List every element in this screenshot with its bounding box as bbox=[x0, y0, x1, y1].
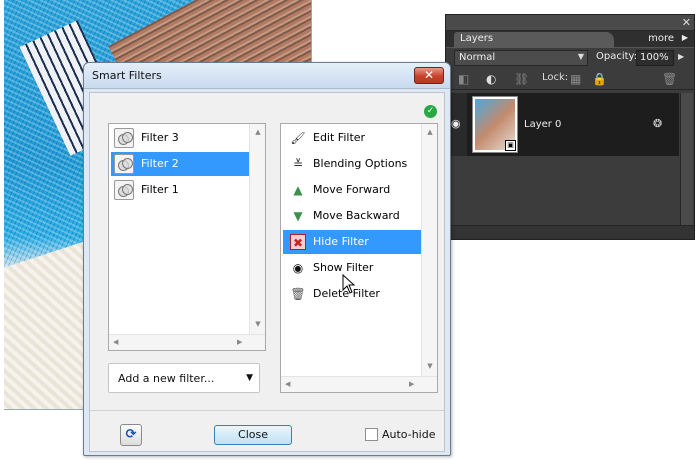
scroll-right-icon[interactable]: ▶ bbox=[409, 380, 414, 388]
filter-icon bbox=[114, 154, 134, 174]
layers-panel-topbar: ✕ bbox=[446, 15, 694, 31]
filter-label: Filter 3 bbox=[141, 131, 179, 144]
move-backward-action[interactable]: ▼ Move Backward bbox=[283, 204, 421, 228]
move-forward-action[interactable]: ▲ Move Forward bbox=[283, 178, 421, 202]
action-label: Edit Filter bbox=[313, 131, 366, 144]
list-item[interactable]: Filter 2 bbox=[111, 152, 249, 176]
eye-icon: ◉ bbox=[292, 261, 304, 275]
filter-icon bbox=[114, 128, 134, 148]
filter-list: Filter 3 Filter 2 Filter 1 ▲ ▼ ◀ ▶ bbox=[108, 123, 266, 351]
layers-panel: ✕ Layers more ▶ Normal ▼ Opacity: 100% ▶… bbox=[445, 14, 695, 240]
dialog-body: ✓ Filter 3 Filter 2 Filter 1 ▲ ▼ ◀ ▶ Add… bbox=[89, 92, 445, 452]
action-label: Move Backward bbox=[313, 209, 400, 222]
screen: ✕ Layers more ▶ Normal ▼ Opacity: 100% ▶… bbox=[0, 0, 700, 463]
triangle-down-icon: ▼ bbox=[293, 209, 303, 223]
layer-name[interactable]: Layer 0 bbox=[524, 119, 561, 130]
dialog-title: Smart Filters bbox=[92, 69, 162, 82]
opacity-field[interactable]: 100% bbox=[636, 50, 674, 66]
smart-filters-dialog: Smart Filters ✕ ✓ Filter 3 Filter 2 Filt… bbox=[83, 62, 451, 456]
action-label: Blending Options bbox=[313, 157, 408, 170]
layers-close-icon[interactable]: ✕ bbox=[682, 16, 691, 29]
filter-label: Filter 2 bbox=[141, 157, 179, 170]
edit-filter-action[interactable]: 🖌 Edit Filter bbox=[283, 126, 421, 150]
scroll-down-icon[interactable]: ▼ bbox=[250, 320, 266, 328]
add-filter-label: Add a new filter... bbox=[118, 372, 215, 385]
action-label: Show Filter bbox=[313, 261, 374, 274]
add-filter-select[interactable]: Add a new filter... ▼ bbox=[108, 363, 260, 393]
smart-filter-indicator-icon[interactable]: ❂ bbox=[653, 117, 662, 130]
more-menu-arrow-icon[interactable]: ▶ bbox=[682, 33, 688, 42]
opacity-label: Opacity: bbox=[596, 51, 638, 62]
filter-label: Filter 1 bbox=[141, 183, 179, 196]
close-button[interactable]: Close bbox=[214, 425, 292, 445]
check-icon: ✓ bbox=[424, 105, 437, 118]
filter-list-vscrollbar[interactable]: ▲ ▼ bbox=[249, 124, 265, 334]
trash-icon: 🗑 bbox=[290, 287, 306, 301]
scroll-left-icon[interactable]: ◀ bbox=[285, 380, 290, 388]
action-label: Hide Filter bbox=[313, 235, 369, 248]
layers-panel-footer bbox=[446, 225, 694, 239]
triangle-up-icon: ▲ bbox=[293, 183, 303, 197]
brush-icon: 🖌 bbox=[290, 131, 306, 145]
lock-label: Lock: bbox=[542, 72, 569, 83]
layers-scrollbar[interactable] bbox=[680, 93, 693, 225]
blend-mode-value: Normal bbox=[459, 52, 496, 63]
more-menu-button[interactable]: more bbox=[648, 33, 674, 44]
list-item[interactable]: Filter 3 bbox=[111, 126, 249, 150]
layers-tab-strip: Layers more ▶ bbox=[446, 31, 694, 48]
filter-actions-list: 🖌 Edit Filter ≚ Blending Options ▲ Move … bbox=[280, 123, 438, 393]
hide-eye-icon: ✖ bbox=[290, 234, 306, 250]
dialog-titlebar[interactable]: Smart Filters ✕ bbox=[84, 63, 450, 89]
layer-row[interactable]: ◉ ▣ Layer 0 ❂ bbox=[447, 93, 679, 156]
smart-object-badge-icon: ▣ bbox=[505, 140, 516, 151]
trash-icon[interactable]: 🗑 bbox=[662, 72, 677, 86]
layer-thumbnail-image: ▣ bbox=[475, 99, 516, 151]
chevron-down-icon: ▼ bbox=[246, 373, 253, 383]
filter-list-hscrollbar[interactable]: ◀ ▶ bbox=[109, 334, 265, 350]
blend-options-icon: ≚ bbox=[292, 157, 304, 171]
chevron-down-icon: ▼ bbox=[577, 52, 584, 61]
scroll-left-icon[interactable]: ◀ bbox=[113, 338, 118, 346]
blend-mode-select[interactable]: Normal ▼ bbox=[454, 50, 588, 66]
hide-filter-action[interactable]: ✖ Hide Filter bbox=[283, 230, 421, 254]
opacity-slider-arrow-icon[interactable]: ▶ bbox=[678, 52, 684, 61]
close-icon[interactable]: ✕ bbox=[414, 67, 444, 84]
new-layer-icon[interactable]: ◧ bbox=[458, 72, 469, 86]
refresh-button[interactable]: ⟳ bbox=[120, 424, 142, 446]
eye-icon[interactable]: ◉ bbox=[451, 117, 461, 130]
autohide-label: Auto-hide bbox=[382, 428, 436, 441]
filter-icon bbox=[114, 180, 134, 200]
layers-blend-row: Normal ▼ Opacity: 100% ▶ bbox=[446, 48, 694, 68]
scroll-down-icon[interactable]: ▼ bbox=[422, 362, 438, 370]
link-icon[interactable]: ⛓ bbox=[514, 72, 529, 86]
autohide-checkbox[interactable] bbox=[365, 428, 378, 441]
adjustment-layer-icon[interactable]: ◐ bbox=[486, 72, 496, 86]
mouse-cursor-icon bbox=[342, 274, 356, 294]
scroll-right-icon[interactable]: ▶ bbox=[237, 338, 242, 346]
blending-options-action[interactable]: ≚ Blending Options bbox=[283, 152, 421, 176]
refresh-icon: ⟳ bbox=[125, 427, 137, 442]
lock-transparency-icon[interactable]: ▦ bbox=[570, 72, 581, 86]
tab-layers[interactable]: Layers bbox=[454, 32, 614, 48]
action-label: Move Forward bbox=[313, 183, 391, 196]
divider bbox=[90, 410, 444, 411]
list-item[interactable]: Filter 1 bbox=[111, 178, 249, 202]
layers-tools-row: ◧ ◐ ⛓ Lock: ▦ 🔒 🗑 bbox=[446, 68, 694, 90]
scroll-up-icon[interactable]: ▲ bbox=[250, 128, 266, 136]
scroll-up-icon[interactable]: ▲ bbox=[422, 128, 438, 136]
lock-all-icon[interactable]: 🔒 bbox=[592, 72, 607, 86]
actions-list-hscrollbar[interactable]: ◀ ▶ bbox=[281, 376, 437, 392]
actions-list-vscrollbar[interactable]: ▲ ▼ bbox=[421, 124, 437, 376]
layer-thumbnail: ▣ bbox=[472, 96, 518, 153]
